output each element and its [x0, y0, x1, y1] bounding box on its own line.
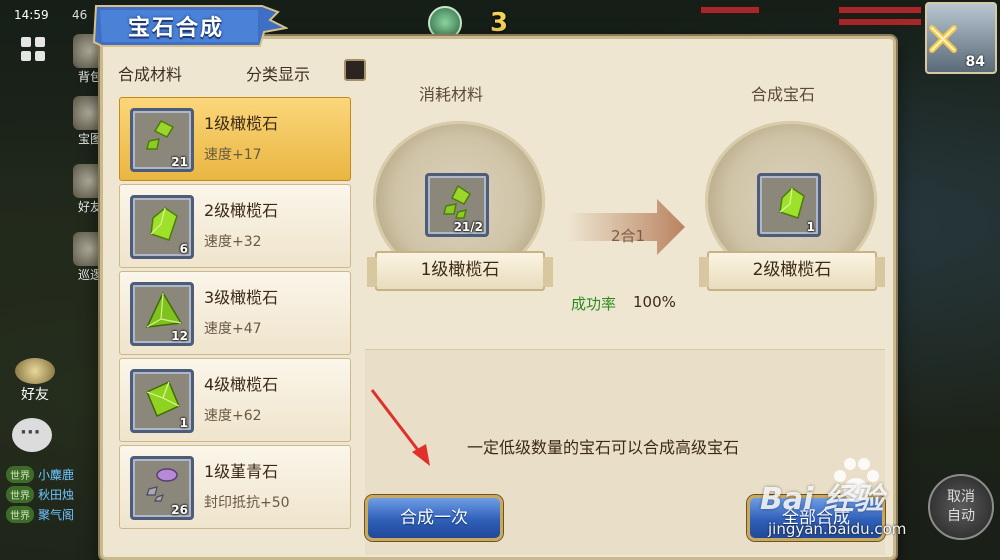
close-icon — [929, 25, 957, 53]
enemy-hp-bar — [838, 18, 922, 26]
craft-once-button[interactable]: 合成一次 — [365, 495, 503, 541]
gem-stat: 速度+32 — [204, 234, 262, 250]
quest-orb-icon[interactable] — [428, 6, 462, 40]
result-gem-slot[interactable]: 1 — [757, 173, 821, 237]
gem-list-item[interactable]: 6 2级橄榄石速度+32 — [119, 184, 351, 268]
friends-button[interactable]: 好友 — [10, 358, 60, 404]
consume-gem-slot[interactable]: 21/2 — [425, 173, 489, 237]
gem-slot: 1 — [130, 369, 194, 433]
gem-list[interactable]: 21 1级橄榄石速度+17 6 2级橄榄石速度+32 12 3级橄榄石速度+47 1 4级橄榄… — [119, 97, 351, 537]
gem-list-item[interactable]: 21 1级橄榄石速度+17 — [119, 97, 351, 181]
gem-count: 26 — [171, 503, 188, 517]
gem-list-item[interactable]: 1 4级橄榄石速度+62 — [119, 358, 351, 442]
olive-gem-icon — [779, 187, 805, 219]
result-label: 合成宝石 — [751, 85, 816, 104]
result-gem-name-plate: 2级橄榄石 — [699, 251, 885, 291]
synthesis-hint: 一定低级数量的宝石可以合成高级宝石 — [467, 438, 740, 457]
chat-bubble-icon[interactable] — [12, 418, 52, 452]
ratio-text: 2合1 — [611, 227, 646, 245]
chat-sender[interactable]: 秋田烛 — [38, 486, 74, 503]
list-title: 合成材料 — [118, 65, 183, 84]
consume-medallion: 21/2 1级橄榄石 — [365, 121, 555, 291]
handshake-icon — [15, 358, 55, 384]
chat-channel-tag: 世界 — [6, 465, 34, 483]
success-rate-value: 100% — [633, 293, 676, 311]
clock-time: 14:59 — [14, 8, 49, 22]
gem-count: 21 — [171, 155, 188, 169]
gem-slot: 6 — [130, 195, 194, 259]
gem-count: 6 — [179, 242, 188, 256]
consume-gem-count: 21/2 — [453, 220, 483, 234]
avatar-level: 84 — [965, 54, 985, 70]
gem-stat: 封印抵抗+50 — [204, 495, 290, 511]
gem-stat: 速度+17 — [204, 147, 262, 163]
close-button[interactable] — [926, 22, 960, 56]
gem-count: 12 — [171, 329, 188, 343]
gem-name: 3级橄榄石 — [204, 288, 279, 307]
synthesis-panel: 消耗材料 合成宝石 21/2 1级橄榄石 2合1 成功率 100% 1 2级橄榄… — [365, 57, 885, 347]
result-gem-count: 1 — [806, 220, 815, 234]
list-header: 合成材料 分类显示 — [118, 59, 366, 85]
chat-line: 世界 聚气阁 — [6, 504, 106, 524]
gem-synthesis-dialog: 合成材料 分类显示 21 1级橄榄石 速度+17 6 2级橄榄石 速度+32 12 3级橄榄石… — [100, 36, 896, 560]
gem-slot: 12 — [130, 282, 194, 346]
gem-list-item[interactable]: 26 1级堇青石封印抵抗+50 — [119, 445, 351, 529]
level-badge: 46 — [72, 8, 88, 22]
consume-label: 消耗材料 — [419, 85, 484, 104]
chat-line: 世界 秋田烛 — [6, 484, 106, 504]
gem-count: 1 — [179, 416, 188, 430]
chat-channel-tag: 世界 — [6, 485, 34, 503]
chat-panel[interactable]: 世界 小麋鹿 世界 秋田烛 世界 聚气阁 — [6, 464, 106, 524]
friends-label: 好友 — [21, 387, 49, 403]
cancel-auto-button[interactable]: 取消 自动 — [928, 474, 994, 540]
gem-name: 1级堇青石 — [204, 462, 279, 481]
dialog-title: 宝石合成 — [127, 16, 224, 41]
chat-line: 世界 小麋鹿 — [6, 464, 106, 484]
hud-counter: 3 — [490, 8, 509, 38]
menu-grid-icon[interactable] — [16, 32, 50, 66]
gem-name: 4级橄榄石 — [204, 375, 279, 394]
gem-stat: 速度+62 — [204, 408, 262, 424]
category-filter-checkbox[interactable] — [344, 59, 366, 81]
gem-stat: 速度+47 — [204, 321, 262, 337]
enemy-hp-bar — [838, 6, 922, 14]
consume-gem-name-plate: 1级橄榄石 — [367, 251, 553, 291]
result-medallion: 1 2级橄榄石 — [697, 121, 887, 291]
gem-slot: 26 — [130, 456, 194, 520]
gem-slot: 21 — [130, 108, 194, 172]
chat-sender[interactable]: 小麋鹿 — [38, 466, 74, 483]
filter-label: 分类显示 — [246, 65, 311, 84]
cancel-auto-label: 取消 自动 — [947, 489, 975, 524]
dialog-title-banner: 宝石合成 — [92, 2, 288, 52]
chat-sender[interactable]: 聚气阁 — [38, 506, 74, 523]
success-rate-label: 成功率 — [571, 295, 617, 313]
gem-name: 2级橄榄石 — [204, 201, 279, 220]
craft-all-button[interactable]: 全部合成 — [747, 495, 885, 541]
gem-name: 1级橄榄石 — [204, 114, 279, 133]
chat-channel-tag: 世界 — [6, 505, 34, 523]
enemy-hp-bar — [700, 6, 760, 14]
gem-list-item[interactable]: 12 3级橄榄石速度+47 — [119, 271, 351, 355]
